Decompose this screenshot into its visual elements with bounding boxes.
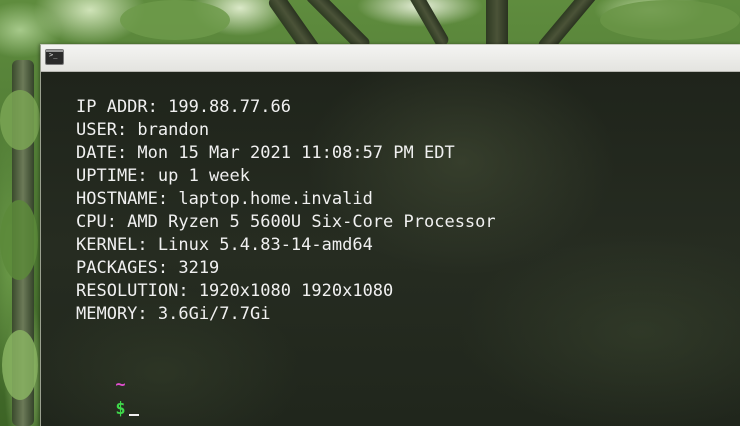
terminal-titlebar[interactable]: >_ bbox=[41, 45, 740, 72]
terminal-icon-glyph: >_ bbox=[49, 51, 58, 59]
ip-address-line: IP ADDR: 199.88.77.66 bbox=[76, 97, 291, 117]
kernel-line: KERNEL: Linux 5.4.83-14-amd64 bbox=[76, 235, 373, 255]
prompt-path: ~ bbox=[115, 375, 126, 395]
foliage bbox=[120, 0, 230, 40]
terminal-icon[interactable]: >_ bbox=[45, 49, 64, 65]
memory-line: MEMORY: 3.6Gi/7.7Gi bbox=[76, 304, 271, 324]
prompt-symbol: $ bbox=[115, 399, 126, 419]
packages-line: PACKAGES: 3219 bbox=[76, 258, 220, 278]
system-info-list: IP ADDR: 199.88.77.66 USER: brandon DATE… bbox=[76, 96, 496, 326]
terminal-output[interactable]: IP ADDR: 199.88.77.66 USER: brandon DATE… bbox=[41, 72, 740, 426]
foliage bbox=[2, 330, 38, 400]
hostname-line: HOSTNAME: laptop.home.invalid bbox=[76, 189, 373, 209]
resolution-line: RESOLUTION: 1920x1080 1920x1080 bbox=[76, 281, 394, 301]
foliage bbox=[0, 90, 40, 150]
text-cursor bbox=[128, 414, 139, 416]
user-line: USER: brandon bbox=[76, 120, 210, 140]
foliage bbox=[600, 0, 740, 40]
cpu-line: CPU: AMD Ryzen 5 5600U Six-Core Processo… bbox=[76, 212, 496, 232]
terminal-window[interactable]: >_ IP ADDR: 199.88.77.66 USER: brandon D… bbox=[40, 44, 740, 426]
tree-branch bbox=[403, 0, 451, 49]
date-line: DATE: Mon 15 Mar 2021 11:08:57 PM EDT bbox=[76, 143, 455, 163]
foliage bbox=[0, 200, 38, 280]
uptime-line: UPTIME: up 1 week bbox=[76, 166, 250, 186]
shell-prompt[interactable]: ~ $ bbox=[54, 349, 139, 426]
